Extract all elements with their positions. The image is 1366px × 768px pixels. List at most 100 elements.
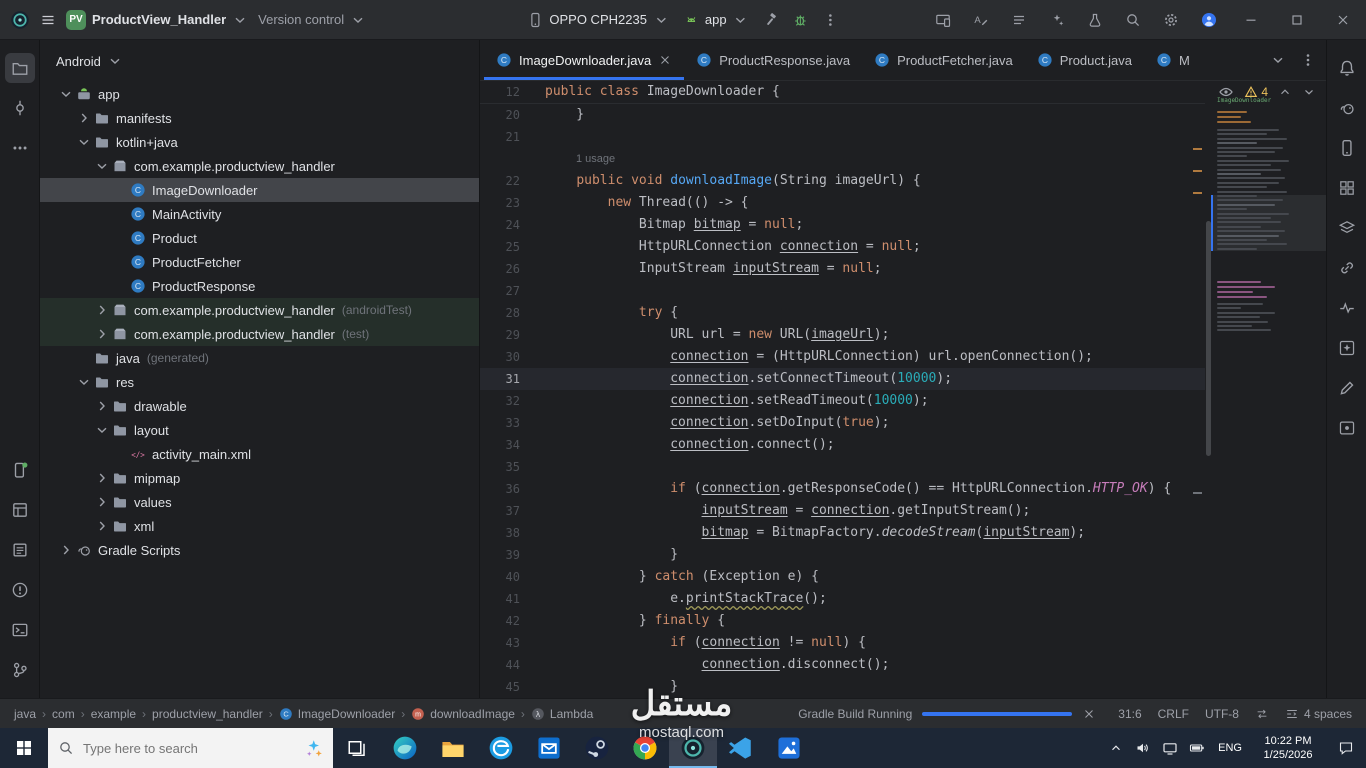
tree-item-gradle-scripts[interactable]: Gradle Scripts (40, 538, 479, 562)
code-area[interactable]: 20 }211 usage22 public void downloadImag… (480, 104, 1205, 698)
magic-wand-icon[interactable] (1049, 12, 1065, 28)
line-number[interactable]: 20 (480, 104, 536, 126)
prev-problem-icon[interactable] (1278, 85, 1292, 99)
tab-close-icon[interactable] (658, 53, 672, 67)
version-control-button[interactable] (5, 655, 35, 685)
breadcrumb-example[interactable]: example (91, 707, 136, 721)
run-configuration-selector[interactable]: app (683, 12, 749, 28)
tray-clock[interactable]: 10:22 PM 1/25/2026 (1250, 734, 1326, 762)
code-line-39[interactable]: 39 } (480, 544, 1205, 566)
hidden-tabs-icon[interactable] (1270, 52, 1286, 68)
line-number[interactable]: 24 (480, 214, 536, 236)
line-number[interactable]: 38 (480, 522, 536, 544)
code-line-32[interactable]: 32 connection.setReadTimeout(10000); (480, 390, 1205, 412)
gemini-button[interactable] (1332, 373, 1362, 403)
tray-overflow-button[interactable] (1102, 728, 1129, 768)
maximize-button[interactable] (1274, 0, 1320, 39)
code-line-25[interactable]: 25 HttpURLConnection connection = null; (480, 236, 1205, 258)
line-number[interactable]: 37 (480, 500, 536, 522)
device-manager-button[interactable] (1332, 133, 1362, 163)
tab-imagedownloader-java[interactable]: CImageDownloader.java (484, 40, 684, 80)
tree-item-com-example-productview-handler-test[interactable]: com.example.productview_handler(test) (40, 322, 479, 346)
tree-collapse-icon[interactable] (76, 374, 92, 390)
taskbar-vscode-button[interactable] (717, 728, 765, 768)
line-number[interactable]: 30 (480, 346, 536, 368)
code-line-38[interactable]: 38 bitmap = BitmapFactory.decodeStream(i… (480, 522, 1205, 544)
line-number[interactable]: 21 (480, 126, 536, 148)
file-encoding[interactable]: UTF-8 (1205, 707, 1239, 721)
reader-mode-eye-icon[interactable] (1218, 84, 1234, 100)
line-number[interactable]: 23 (480, 192, 536, 214)
tray-network-button[interactable] (1156, 728, 1183, 768)
code-line-42[interactable]: 42 } finally { (480, 610, 1205, 632)
task-view-button[interactable] (333, 728, 381, 768)
tab-m[interactable]: CM (1144, 40, 1202, 80)
resource-manager-button[interactable] (1332, 173, 1362, 203)
debug-run-icon[interactable] (793, 12, 809, 28)
line-number[interactable]: 27 (480, 280, 536, 302)
line-number[interactable]: 45 (480, 676, 536, 698)
code-line-35[interactable]: 35 (480, 456, 1205, 478)
search-everywhere-icon[interactable] (1125, 12, 1141, 28)
code-line-26[interactable]: 26 InputStream inputStream = null; (480, 258, 1205, 280)
tree-item-xml[interactable]: xml (40, 514, 479, 538)
tree-item-kotlin-java[interactable]: kotlin+java (40, 130, 479, 154)
assistant-button[interactable] (1332, 333, 1362, 363)
tree-item-drawable[interactable]: drawable (40, 394, 479, 418)
code-line-37[interactable]: 37 inputStream = connection.getInputStre… (480, 500, 1205, 522)
tab-options-icon[interactable] (1300, 52, 1316, 68)
code-line-31[interactable]: 31 connection.setConnectTimeout(10000); (480, 368, 1205, 390)
project-view-selector[interactable]: Android (40, 40, 479, 82)
code-line-29[interactable]: 29 URL url = new URL(imageUrl); (480, 324, 1205, 346)
tree-expand-icon[interactable] (94, 518, 110, 534)
taskbar-search[interactable] (48, 728, 333, 768)
code-line-22[interactable]: 22 public void downloadImage(String imag… (480, 170, 1205, 192)
tree-item-com-example-productview-handler[interactable]: com.example.productview_handler (40, 154, 479, 178)
profiler-icon[interactable] (1087, 12, 1103, 28)
next-problem-icon[interactable] (1302, 85, 1316, 99)
tree-item-activity-main-xml[interactable]: </>activity_main.xml (40, 442, 479, 466)
tree-item-layout[interactable]: layout (40, 418, 479, 442)
project-tool-button[interactable] (5, 53, 35, 83)
build-variants-button[interactable] (1332, 213, 1362, 243)
tree-item-java-generated[interactable]: java(generated) (40, 346, 479, 370)
line-number[interactable]: 31 (480, 368, 536, 390)
code-line-36[interactable]: 36 if (connection.getResponseCode() == H… (480, 478, 1205, 500)
breadcrumb-lambda[interactable]: λLambda (531, 707, 593, 721)
line-separator-icon[interactable] (1255, 707, 1269, 721)
taskbar-browser-button[interactable] (477, 728, 525, 768)
layout-inspector-button[interactable] (1332, 413, 1362, 443)
app-insights-button[interactable] (1332, 293, 1362, 323)
tree-collapse-icon[interactable] (94, 422, 110, 438)
terminal-button[interactable] (5, 615, 35, 645)
code-line-30[interactable]: 30 connection = (HttpURLConnection) url.… (480, 346, 1205, 368)
minimize-button[interactable] (1228, 0, 1274, 39)
app-links-button[interactable] (1332, 253, 1362, 283)
tree-item-productresponse[interactable]: CProductResponse (40, 274, 479, 298)
code-line-24[interactable]: 24 Bitmap bitmap = null; (480, 214, 1205, 236)
line-number[interactable]: 22 (480, 170, 536, 192)
vcs-widget[interactable]: Version control (258, 12, 366, 28)
tree-item-com-example-productview-handler-androidtest[interactable]: com.example.productview_handler(androidT… (40, 298, 479, 322)
code-line-34[interactable]: 34 connection.connect(); (480, 434, 1205, 456)
code-line-40[interactable]: 40 } catch (Exception e) { (480, 566, 1205, 588)
tree-expand-icon[interactable] (94, 398, 110, 414)
breadcrumb-productview-handler[interactable]: productview_handler (152, 707, 263, 721)
action-center-button[interactable] (1326, 728, 1366, 768)
code-line-33[interactable]: 33 connection.setDoInput(true); (480, 412, 1205, 434)
editor-scrollbar[interactable] (1206, 221, 1211, 456)
code-line-41[interactable]: 41 e.printStackTrace(); (480, 588, 1205, 610)
caret-position[interactable]: 31:6 (1118, 707, 1141, 721)
tree-expand-icon[interactable] (94, 494, 110, 510)
line-number[interactable]: 32 (480, 390, 536, 412)
tree-expand-icon[interactable] (94, 326, 110, 342)
taskbar-edge-button[interactable] (381, 728, 429, 768)
taskbar-mail-button[interactable] (525, 728, 573, 768)
code-line-23[interactable]: 23 new Thread(() -> { (480, 192, 1205, 214)
code-line-28[interactable]: 28 try { (480, 302, 1205, 324)
code-line-43[interactable]: 43 if (connection != null) { (480, 632, 1205, 654)
tab-productfetcher-java[interactable]: CProductFetcher.java (862, 40, 1025, 80)
line-number[interactable]: 39 (480, 544, 536, 566)
breadcrumb-java[interactable]: java (14, 707, 36, 721)
line-number[interactable]: 42 (480, 610, 536, 632)
